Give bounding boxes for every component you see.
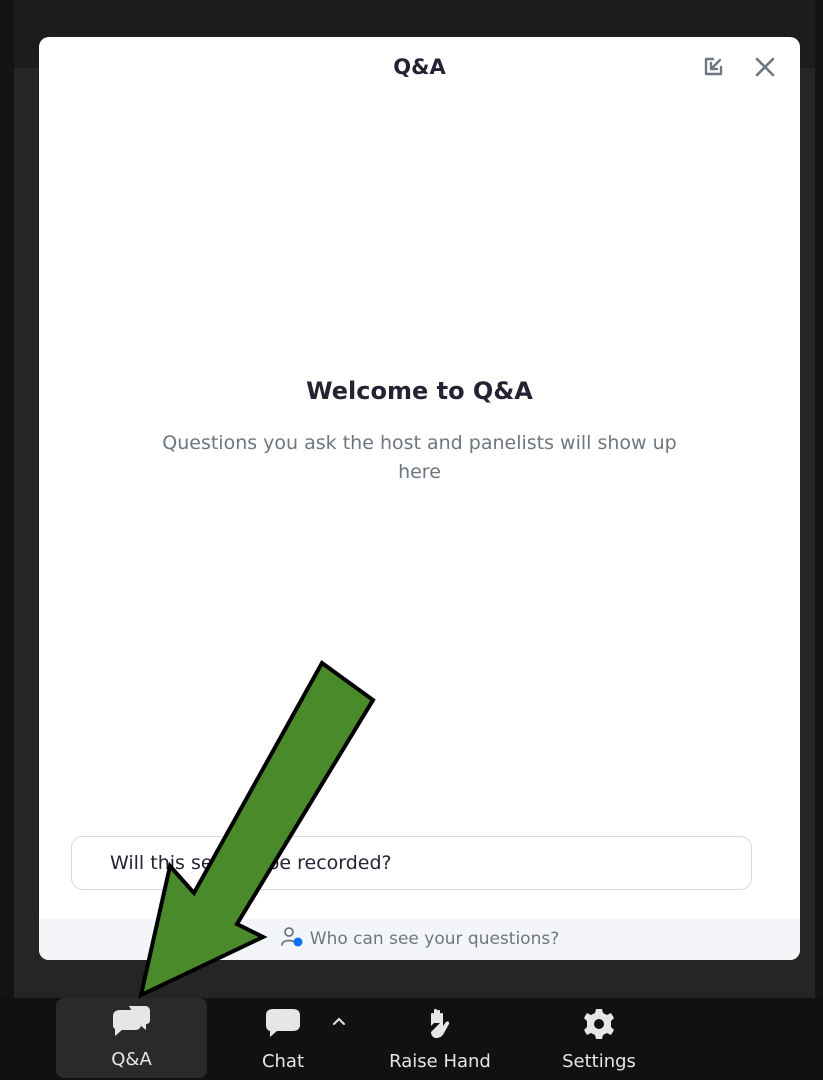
qa-icon [113,1006,150,1036]
stage-border-left [0,0,14,1080]
gear-icon [584,1009,614,1039]
close-icon[interactable] [751,53,779,81]
toolbar-qa-button[interactable]: Q&A [56,998,207,1078]
stage-border-right [815,0,823,1080]
raise-hand-icon [431,1008,450,1038]
question-input[interactable] [71,836,752,890]
welcome-description: Questions you ask the host and panelists… [162,432,677,483]
who-can-see-label: Who can see your questions? [309,929,560,949]
qa-panel-title: Q&A [393,55,446,79]
toolbar-chat-label: Chat [261,1051,305,1072]
chat-icon [266,1009,300,1037]
welcome-title: Welcome to Q&A [306,377,533,405]
user-privacy-icon [280,927,303,947]
qa-panel-header: Q&A [39,37,800,99]
who-can-see-link[interactable]: Who can see your questions? [39,926,800,949]
toolbar-qa-label: Q&A [111,1049,152,1070]
toolbar-settings-button[interactable]: Settings [540,1000,658,1078]
qa-empty-state: Welcome to Q&A Questions you ask the hos… [39,377,800,487]
qa-panel: Q&A Welcome to Q&A Questions you ask the… [39,37,800,960]
toolbar-raise-hand-button[interactable]: Raise Hand [368,1000,512,1078]
toolbar-chat-button[interactable]: Chat [228,1000,338,1078]
toolbar-raise-hand-label: Raise Hand [389,1051,491,1072]
meeting-toolbar: Q&A Chat Raise Hand Settings [0,998,823,1080]
pop-out-icon[interactable] [699,53,727,81]
toolbar-settings-label: Settings [562,1051,636,1072]
chevron-up-icon[interactable] [332,1012,346,1031]
